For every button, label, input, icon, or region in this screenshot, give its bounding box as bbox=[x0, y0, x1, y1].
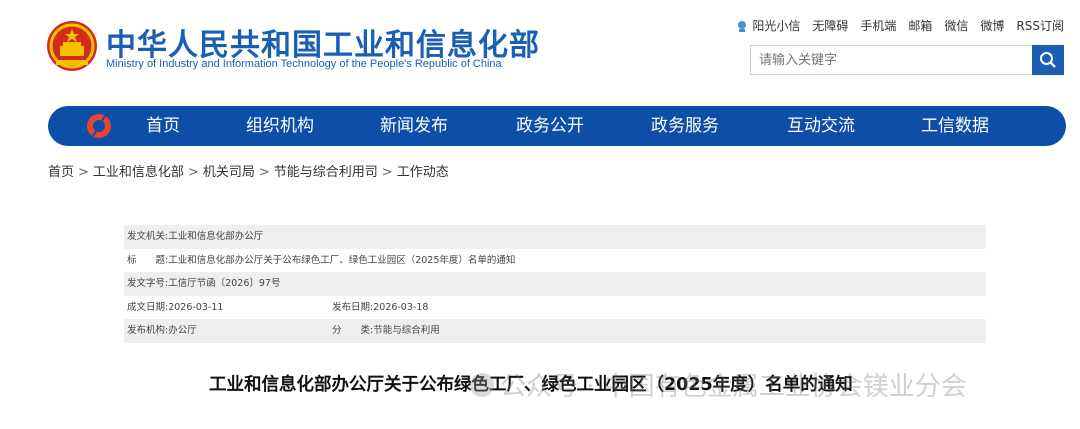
breadcrumb-work-news[interactable]: 工作动态 bbox=[397, 165, 449, 180]
top-link-wechat[interactable]: 微信 bbox=[944, 17, 968, 34]
nav-gov-services[interactable]: 政务服务 bbox=[651, 106, 719, 146]
meta-label: 发文字号: bbox=[127, 278, 169, 289]
nav-organization[interactable]: 组织机构 bbox=[246, 106, 314, 146]
breadcrumb-departments[interactable]: 机关司局 bbox=[203, 165, 255, 180]
search-box bbox=[750, 45, 1064, 75]
nav-gov-affairs[interactable]: 政务公开 bbox=[516, 106, 584, 146]
breadcrumb: 首页 > 工业和信息化部 > 机关司局 > 节能与综合利用司 > 工作动态 bbox=[48, 161, 449, 180]
national-emblem-icon[interactable] bbox=[46, 20, 98, 72]
main-nav: 首页 组织机构 新闻发布 政务公开 政务服务 互动交流 工信数据 bbox=[48, 106, 1066, 146]
wechat-icon bbox=[470, 372, 494, 397]
search-button[interactable] bbox=[1032, 45, 1064, 75]
watermark-text: 公众号 · 中国有色金属工业协会镁业分会 bbox=[500, 372, 967, 402]
miit-logo-icon[interactable] bbox=[86, 113, 112, 139]
meta-value: 2026-03-11 bbox=[168, 301, 224, 313]
meta-row-dates: 成文日期:2026-03-11 发布日期:2026-03-18 bbox=[124, 296, 986, 320]
breadcrumb-separator: > bbox=[381, 165, 393, 180]
top-link-sunshine[interactable]: 阳光小信 bbox=[736, 17, 800, 34]
breadcrumb-home[interactable]: 首页 bbox=[48, 165, 74, 180]
meta-row-org: 发布机构:办公厅 分 类:节能与综合利用 bbox=[124, 319, 986, 343]
robot-icon bbox=[738, 21, 747, 32]
meta-label: 标 题: bbox=[127, 254, 169, 266]
breadcrumb-separator: > bbox=[187, 165, 199, 180]
breadcrumb-energy-dept[interactable]: 节能与综合利用司 bbox=[274, 165, 378, 180]
meta-row-doc-no: 发文字号:工信厅节函〔2026〕97号 bbox=[124, 272, 986, 296]
meta-value: 节能与综合利用 bbox=[373, 325, 440, 336]
nav-data[interactable]: 工信数据 bbox=[921, 106, 989, 146]
meta-value: 2026-03-18 bbox=[373, 301, 429, 313]
meta-value: 办公厅 bbox=[168, 325, 197, 336]
search-input[interactable] bbox=[751, 46, 1037, 74]
watermark: 公众号 · 中国有色金属工业协会镁业分会 bbox=[470, 366, 967, 403]
top-link-weibo[interactable]: 微博 bbox=[980, 17, 1004, 34]
search-icon bbox=[1040, 52, 1056, 68]
site-header: 中华人民共和国工业和信息化部 Ministry of Industry and … bbox=[0, 0, 1080, 100]
top-link-mobile[interactable]: 手机端 bbox=[860, 17, 896, 34]
meta-label: 发布日期: bbox=[332, 301, 374, 313]
document-meta-table: 发文机关:工业和信息化部办公厅 标 题:工业和信息化部办公厅关于公布绿色工厂、绿… bbox=[124, 225, 986, 343]
meta-value: 工业和信息化部办公厅 bbox=[168, 231, 264, 242]
top-link-mail[interactable]: 邮箱 bbox=[908, 17, 932, 34]
nav-interaction[interactable]: 互动交流 bbox=[787, 106, 855, 146]
top-links: 阳光小信 无障碍 手机端 邮箱 微信 微博 RSS订阅 bbox=[724, 17, 1064, 34]
nav-home[interactable]: 首页 bbox=[146, 106, 180, 146]
meta-label: 发文机关: bbox=[127, 231, 169, 242]
meta-value: 工业和信息化部办公厅关于公布绿色工厂、绿色工业园区（2025年度）名单的通知 bbox=[168, 254, 516, 266]
meta-label: 分 类: bbox=[332, 325, 374, 336]
meta-label: 发布机构: bbox=[127, 325, 169, 336]
breadcrumb-separator: > bbox=[258, 165, 270, 180]
site-title-en[interactable]: Ministry of Industry and Information Tec… bbox=[106, 58, 502, 70]
meta-label: 成文日期: bbox=[127, 301, 169, 313]
nav-news[interactable]: 新闻发布 bbox=[380, 106, 448, 146]
meta-row-title: 标 题:工业和信息化部办公厅关于公布绿色工厂、绿色工业园区（2025年度）名单的… bbox=[124, 249, 986, 273]
meta-value: 工信厅节函〔2026〕97号 bbox=[168, 278, 281, 289]
meta-row-issuer: 发文机关:工业和信息化部办公厅 bbox=[124, 225, 986, 249]
top-link-accessibility[interactable]: 无障碍 bbox=[812, 17, 848, 34]
top-link-rss[interactable]: RSS订阅 bbox=[1016, 17, 1064, 34]
breadcrumb-ministry[interactable]: 工业和信息化部 bbox=[93, 165, 184, 180]
breadcrumb-separator: > bbox=[78, 165, 89, 180]
